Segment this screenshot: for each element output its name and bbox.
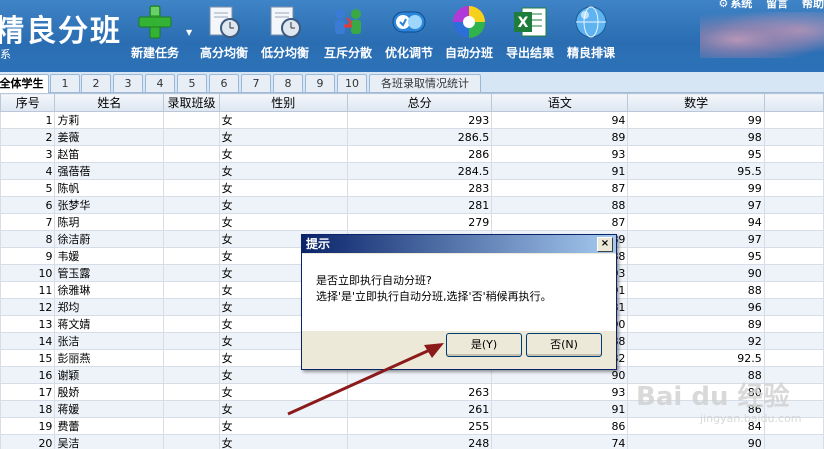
annotation-arrow — [287, 343, 444, 416]
